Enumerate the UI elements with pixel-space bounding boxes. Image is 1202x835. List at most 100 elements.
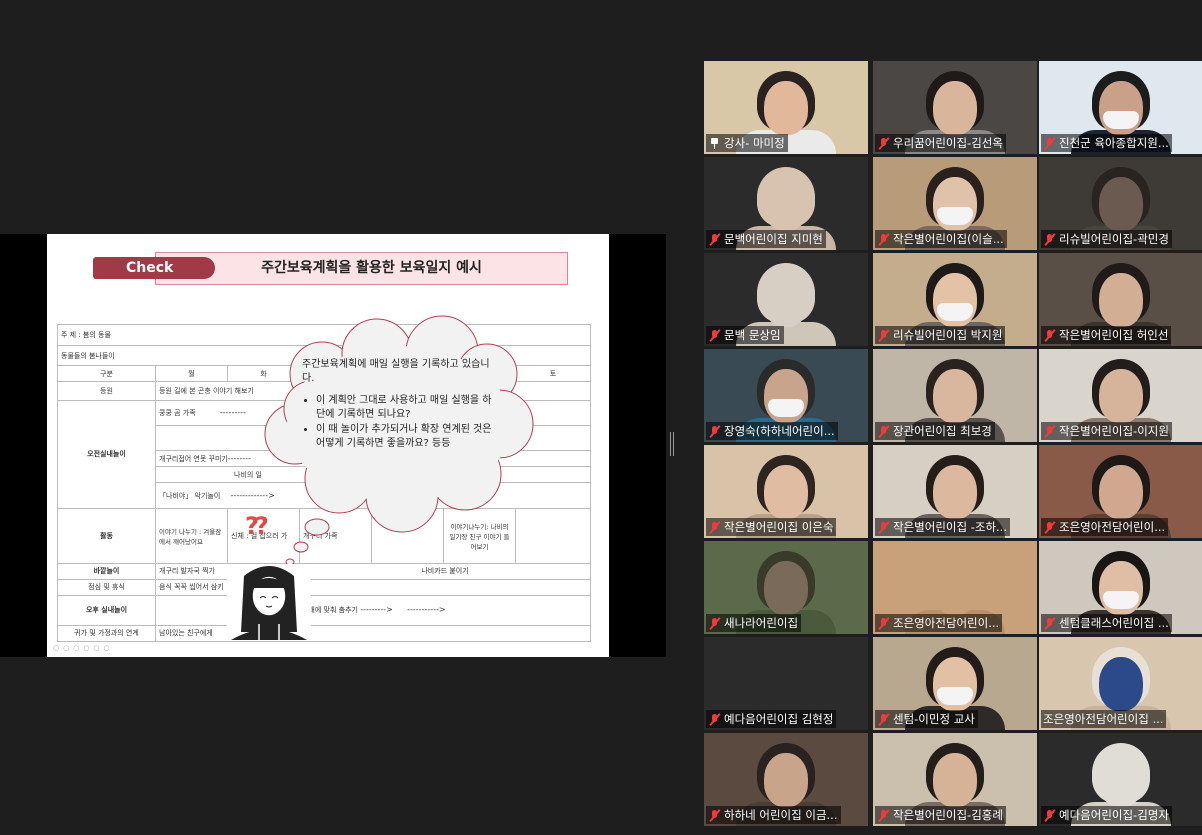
question-marks: ??: [245, 512, 269, 540]
participant-video-tile[interactable]: 작은별어린이집-김홍례: [873, 733, 1037, 826]
table-cell: [514, 507, 592, 564]
participant-name-bar: 작은별어린이집(이슬...: [875, 230, 1007, 248]
face-mask: [1103, 111, 1139, 129]
person-face: [933, 753, 977, 807]
participant-name-bar: 하하네 어린이집 이금...: [706, 806, 841, 824]
face-mask: [768, 399, 804, 417]
participant-video-tile[interactable]: 조은영아전담어린이...: [873, 541, 1037, 634]
participant-video-tile[interactable]: 센텀클래스어린이집 ...: [1039, 541, 1202, 634]
participant-name-bar: 문백 문상임: [706, 326, 784, 344]
participant-name-bar: 조은영아전담어린이...: [875, 614, 1003, 632]
table-cell: 나비의 일: [154, 466, 592, 484]
participant-video-tile[interactable]: 리슈빌어린이집 박지원: [873, 253, 1037, 346]
participant-name: 장영숙(하하네어린이...: [724, 424, 835, 438]
table-cell: 개구리 발자국 찍기: [155, 562, 300, 580]
participant-video-tile[interactable]: 작은별어린이집 이은숙: [704, 445, 868, 538]
row-label: 점심 및 휴식: [57, 578, 156, 597]
shared-screen: Check 주간보육계획을 활용한 보육일지 예시 주 제 : 봄의 동물 동물…: [0, 234, 666, 657]
participant-video-tile[interactable]: 리슈빌어린이집-곽민경: [1039, 157, 1202, 250]
person-face: [764, 465, 808, 519]
person-face: [764, 273, 808, 327]
person-face: [764, 753, 808, 807]
header-cell: 토: [514, 365, 592, 383]
person-face: [764, 81, 808, 135]
participant-video-tile[interactable]: 작은별어린이집 -조하...: [873, 445, 1037, 538]
participant-name-bar: 진천군 육아종합지원...: [1041, 134, 1172, 152]
participant-video-tile[interactable]: 장관어린이집 최보경: [873, 349, 1037, 442]
row-label: 바깥놀이: [57, 562, 156, 580]
table-cell: 이야기 나누기 : 겨울잠에서 깨어났어요: [155, 507, 228, 564]
header-cell: 화: [227, 365, 300, 383]
participant-name: 작은별어린이집 -조하...: [893, 520, 1007, 534]
person-face: [1099, 177, 1143, 231]
mic-muted-icon: [877, 521, 890, 534]
participant-video-tile[interactable]: 센텀-이민정 교사: [873, 637, 1037, 730]
participant-name-bar: 조은영아전담어린이집 ...: [1041, 710, 1167, 728]
participant-video-tile[interactable]: 진천군 육아종합지원...: [1039, 61, 1202, 154]
participant-video-tile[interactable]: 예다음어린이집 김현정: [704, 637, 868, 730]
cell-text: 쿵쿵 곰 가족: [159, 408, 196, 417]
participant-name-bar: 조은영아전담어린이...: [1041, 518, 1169, 536]
cell-text: 개구리접어 연못 꾸미기: [159, 454, 228, 463]
participant-name: 우리꿈어린이집-김선옥: [893, 136, 1003, 150]
participant-video-tile[interactable]: 문백어린이집 지미현: [704, 157, 868, 250]
participant-name: 예다음어린이집-김명자: [1059, 808, 1169, 822]
participant-name: 조은영아전담어린이집 ...: [1043, 712, 1164, 726]
participant-name-bar: 센텀클래스어린이집 ...: [1041, 614, 1172, 632]
person-face: [764, 177, 808, 231]
slide-toolbar-icons[interactable]: ○○○○○○: [53, 644, 114, 652]
bubble-intro: 주간보육계획에 매일 실행을 기록하고 있습니다.: [302, 359, 490, 384]
participant-name: 하하네 어린이집 이금...: [724, 808, 838, 822]
participant-video-tile[interactable]: 하하네 어린이집 이금...: [704, 733, 868, 826]
table-cell: 「나비야」 악기놀이 -------------> --------->: [154, 482, 592, 509]
cell-text: 나비의 일: [234, 470, 262, 479]
participant-video-tile[interactable]: 작은별어린이집(이슬...: [873, 157, 1037, 250]
table-cell: "나비야" 노래에 맞춰 춤추기 ---------> ----------->: [154, 595, 592, 626]
participant-name: 진천군 육아종합지원...: [1059, 136, 1169, 150]
table-cell: 개구리접어 연못 꾸미기--------: [154, 450, 592, 468]
participant-video-tile[interactable]: 장영숙(하하네어린이...: [704, 349, 868, 442]
participant-name-bar: 작은별어린이집 이은숙: [706, 518, 837, 536]
participant-video-tile[interactable]: 예다음어린이집-김명자: [1039, 733, 1202, 826]
mic-muted-icon: [1043, 425, 1056, 438]
participant-name-bar: 작은별어린이집-이지원: [1041, 422, 1172, 440]
participant-name-bar: 예다음어린이집-김명자: [1041, 806, 1172, 824]
participant-name-bar: 작은별어린이집 허인선: [1041, 326, 1172, 344]
participant-video-tile[interactable]: 우리꿈어린이집-김선옥: [873, 61, 1037, 154]
participant-video-tile[interactable]: 작은별어린이집-이지원: [1039, 349, 1202, 442]
mic-muted-icon: [708, 233, 721, 246]
theme-cell: 주 제 : 봄의 동물: [56, 324, 592, 346]
mic-muted-icon: [708, 521, 721, 534]
person-face: [1099, 273, 1143, 327]
participant-video-tile[interactable]: 강사- 마미정: [704, 61, 868, 154]
person-face: [764, 657, 808, 711]
person-face: [933, 81, 977, 135]
header-cell: 월: [155, 365, 228, 383]
table-cell: 나비카드 붙이기: [298, 562, 592, 580]
bubble-question-1: 이 계획안 그대로 사용하고 매일 실행을 하단에 기록하면 되나요?: [316, 394, 492, 422]
participant-name-bar: 센텀-이민정 교사: [875, 710, 978, 728]
participant-name-bar: 작은별어린이집-김홍례: [875, 806, 1006, 824]
participant-video-tile[interactable]: 작은별어린이집 허인선: [1039, 253, 1202, 346]
participant-video-tile[interactable]: 새나라어린이집: [704, 541, 868, 634]
participant-video-tile[interactable]: 문백 문상임: [704, 253, 868, 346]
participant-name-bar: 작은별어린이집 -조하...: [875, 518, 1010, 536]
participant-video-tile[interactable]: 조은영아전담어린이...: [1039, 445, 1202, 538]
table-cell: 음식 꼭꼭 씹어서 삼키: [154, 578, 592, 597]
participant-name: 작은별어린이집 이은숙: [724, 520, 834, 534]
participant-video-tile[interactable]: 조은영아전담어린이집 ...: [1039, 637, 1202, 730]
cell-text: "나비야" 노래에 맞춰 춤추기: [274, 606, 358, 615]
mic-muted-icon: [877, 137, 890, 150]
participant-name: 작은별어린이집(이슬...: [893, 232, 1004, 246]
mic-muted-icon: [877, 425, 890, 438]
person-face: [1099, 753, 1143, 807]
split-view-drag-handle[interactable]: [670, 432, 674, 456]
participant-name: 예다음어린이집 김현정: [724, 712, 834, 726]
person-face: [933, 465, 977, 519]
slide-title: 주간보육계획을 활용한 보육일지 예시: [261, 260, 482, 276]
table-cell: [371, 507, 444, 564]
participant-name: 새나라어린이집: [724, 616, 799, 630]
person-face: [1099, 657, 1143, 711]
row-label: 오후 실내놀이: [57, 595, 156, 626]
mic-muted-icon: [877, 617, 890, 630]
